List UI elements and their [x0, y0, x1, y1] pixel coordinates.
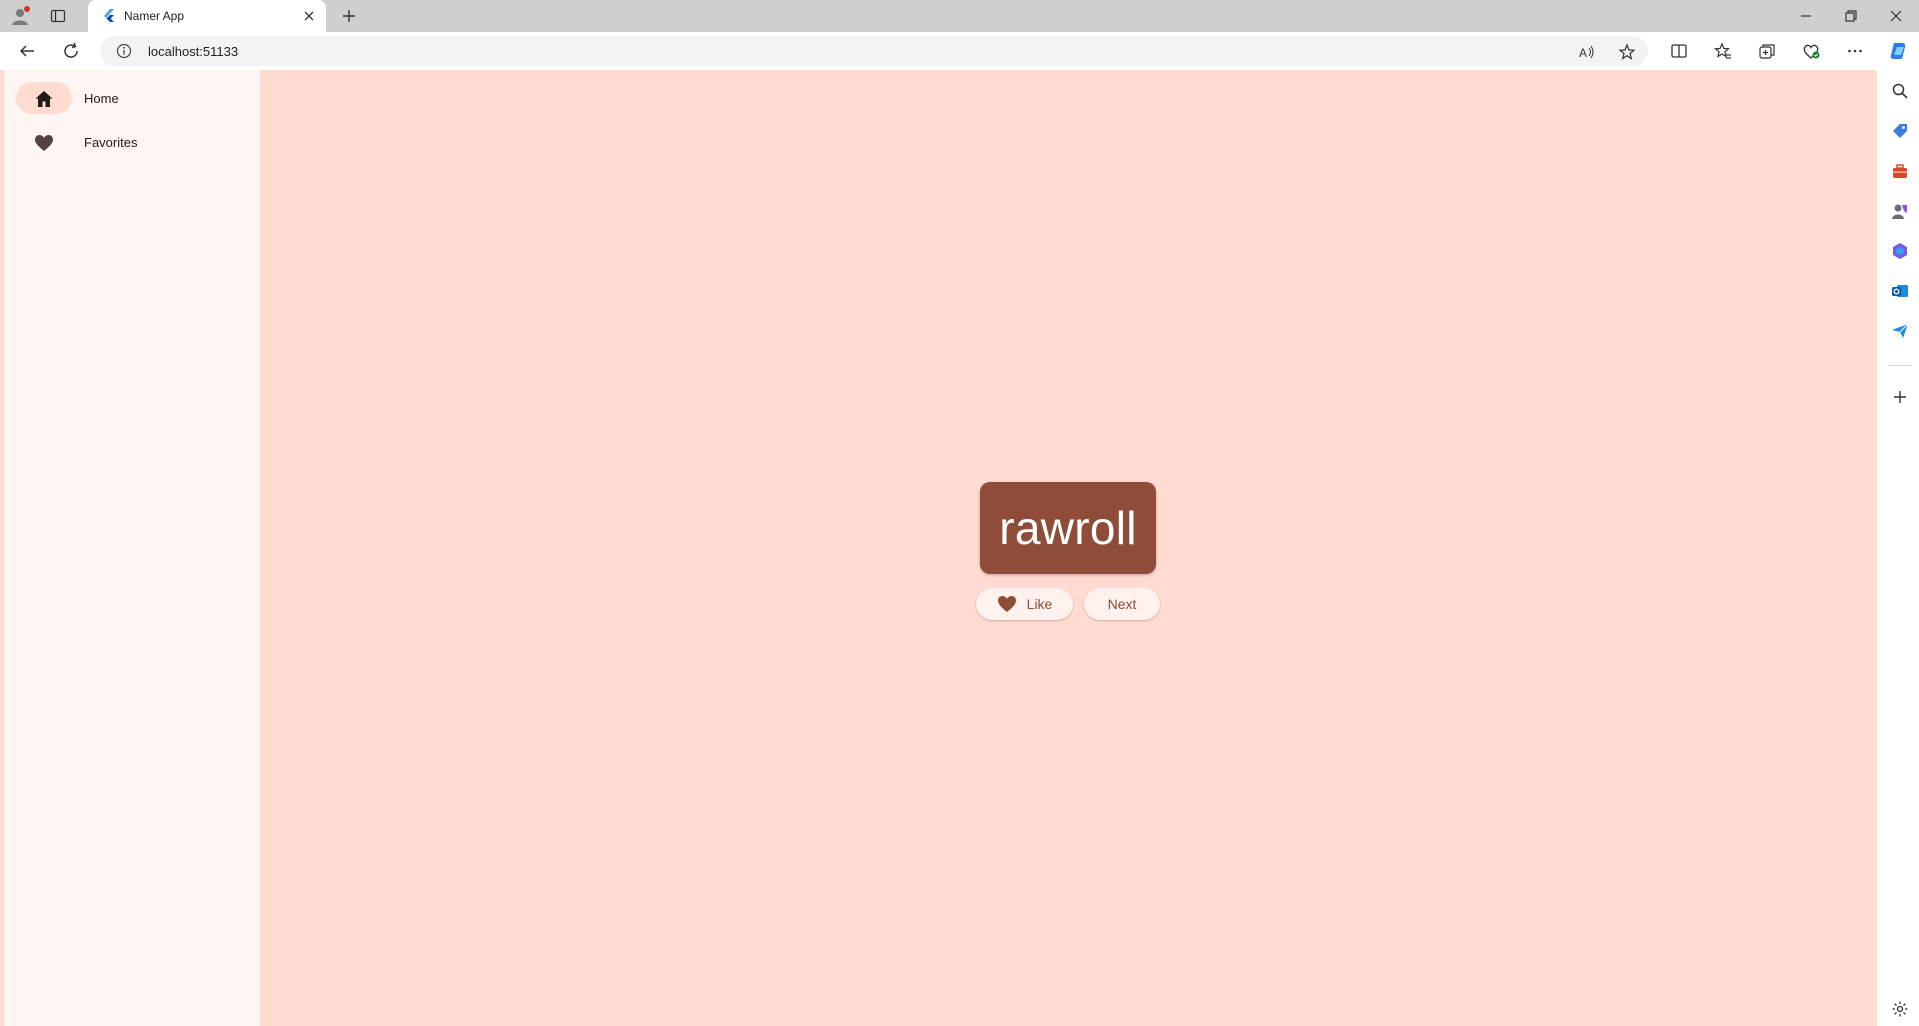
search-icon[interactable] [1891, 82, 1909, 100]
next-button-label: Next [1107, 596, 1137, 612]
send-icon[interactable] [1891, 322, 1909, 340]
more-options-icon[interactable] [1846, 42, 1864, 60]
microsoft-365-icon[interactable] [1891, 242, 1909, 260]
svg-text:A: A [1579, 46, 1587, 60]
heart-icon [997, 596, 1016, 612]
heart-icon [35, 135, 53, 151]
close-window-icon[interactable] [1887, 7, 1905, 25]
sidebar-divider [1888, 365, 1912, 366]
like-button-label: Like [1026, 596, 1053, 612]
profile-icon[interactable] [10, 6, 30, 26]
favorite-star-icon[interactable] [1618, 43, 1636, 61]
word-pair-card: rawroll [980, 482, 1156, 574]
home-icon [35, 91, 53, 107]
split-screen-icon[interactable] [1670, 42, 1688, 60]
settings-gear-icon[interactable] [1891, 1000, 1909, 1018]
shopping-tag-icon[interactable] [1891, 122, 1909, 140]
browser-tab-active[interactable]: Namer App [88, 0, 326, 32]
restore-icon[interactable] [1842, 7, 1860, 25]
games-icon[interactable] [1891, 202, 1909, 220]
next-button[interactable]: Next [1084, 588, 1160, 620]
browser-essentials-icon[interactable] [1802, 42, 1820, 60]
namer-app: Home Favorites rawroll Like Next [0, 70, 1877, 1026]
nav-item-home[interactable]: Home [16, 82, 256, 116]
nav-label-home: Home [84, 91, 119, 106]
back-arrow-icon[interactable] [18, 42, 36, 60]
favorites-icon[interactable] [1714, 42, 1732, 60]
word-pair-text: rawroll [999, 502, 1137, 554]
add-icon[interactable] [1891, 388, 1909, 406]
tools-icon[interactable] [1891, 162, 1909, 180]
edge-sidebar [1880, 70, 1919, 1026]
collections-icon[interactable] [1758, 42, 1776, 60]
nav-item-favorites[interactable]: Favorites [16, 126, 256, 160]
new-tab-icon[interactable] [340, 7, 358, 25]
navigation-rail: Home Favorites [4, 70, 260, 1026]
address-bar[interactable]: localhost:51133 A [100, 36, 1648, 66]
like-button[interactable]: Like [976, 588, 1073, 620]
browser-toolbar: localhost:51133 A [0, 32, 1919, 70]
tab-actions-icon[interactable] [50, 8, 66, 24]
flutter-icon [104, 9, 114, 22]
outlook-icon[interactable] [1891, 282, 1909, 300]
tab-title: Namer App [124, 9, 185, 23]
close-tab-icon[interactable] [302, 9, 316, 23]
browser-tab-strip: Namer App [0, 0, 1919, 32]
refresh-icon[interactable] [62, 42, 80, 60]
minimize-icon[interactable] [1797, 7, 1815, 25]
nav-label-favorites: Favorites [84, 135, 138, 150]
copilot-icon[interactable] [1888, 40, 1910, 62]
url-text[interactable]: localhost:51133 [148, 44, 238, 59]
site-info-icon[interactable] [116, 43, 132, 59]
read-aloud-icon[interactable]: A [1578, 43, 1596, 61]
